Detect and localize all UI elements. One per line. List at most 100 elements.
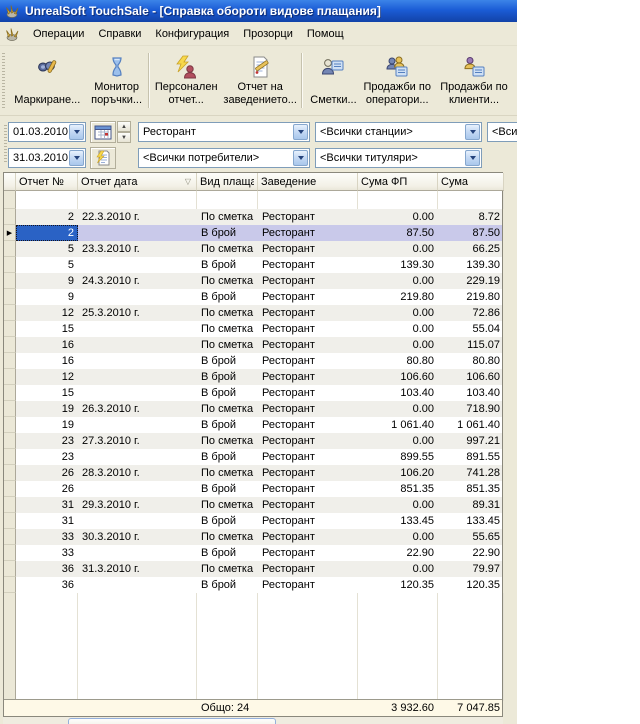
table-cell-type[interactable]: По сметка (197, 561, 258, 577)
table-cell-date[interactable] (78, 257, 197, 273)
refresh-report-button[interactable] (90, 147, 116, 169)
table-cell-sum[interactable]: 89.31 (438, 497, 504, 513)
table-cell-venue[interactable]: Ресторант (258, 353, 358, 369)
table-cell-blank[interactable] (358, 191, 438, 209)
venue-combo[interactable]: Ресторант (138, 122, 310, 142)
toolbar-button-bills[interactable]: Сметки... (303, 49, 363, 112)
table-cell-fp[interactable]: 0.00 (358, 529, 438, 545)
table-cell-sum[interactable]: 8.72 (438, 209, 504, 225)
menu-item-4[interactable]: Прозорци (236, 25, 300, 43)
toolbar-button-orders-monitor[interactable]: Мониторпоръчки... (88, 49, 146, 112)
record-selector-cell[interactable] (4, 545, 16, 561)
table-row[interactable]: 23В бройРесторант899.55891.55 (4, 449, 502, 465)
table-cell-fp[interactable]: 106.60 (358, 369, 438, 385)
record-selector-cell[interactable] (4, 305, 16, 321)
table-cell-num[interactable]: 23 (16, 449, 78, 465)
table-cell-date[interactable]: 26.3.2010 г. (78, 401, 197, 417)
table-cell-sum[interactable]: 120.35 (438, 577, 504, 593)
titlebar[interactable]: UnrealSoft TouchSale - [Справка обороти … (0, 0, 517, 22)
menu-item-5[interactable]: Помощ (300, 25, 351, 43)
table-cell-blank[interactable] (197, 191, 258, 209)
table-cell-venue[interactable]: Ресторант (258, 545, 358, 561)
table-cell-num[interactable]: 19 (16, 401, 78, 417)
table-cell-num[interactable]: 2 (16, 209, 78, 225)
table-cell-num[interactable]: 9 (16, 289, 78, 305)
users-combo[interactable]: <Всички потребители> (138, 148, 310, 168)
record-selector-cell[interactable] (4, 385, 16, 401)
table-cell-venue[interactable]: Ресторант (258, 401, 358, 417)
table-cell-num[interactable]: 26 (16, 481, 78, 497)
toolbar-grip-handle[interactable] (2, 53, 5, 108)
record-selector-cell[interactable] (4, 353, 16, 369)
table-cell-num[interactable]: 15 (16, 321, 78, 337)
holders-combo-dropdown-icon[interactable] (465, 150, 480, 166)
table-cell-fp[interactable]: 0.00 (358, 241, 438, 257)
table-cell-date[interactable]: 25.3.2010 г. (78, 305, 197, 321)
date-from-field[interactable]: 01.03.2010 (8, 122, 86, 142)
table-cell-num[interactable]: 5 (16, 257, 78, 273)
column-header-venue[interactable]: Заведение (258, 173, 358, 191)
record-selector-cell[interactable] (4, 401, 16, 417)
table-cell-date[interactable] (78, 321, 197, 337)
date-to-dropdown-icon[interactable] (69, 150, 84, 166)
table-cell-venue[interactable]: Ресторант (258, 321, 358, 337)
table-cell-type[interactable]: По сметка (197, 241, 258, 257)
menu-item-1[interactable]: Операции (26, 25, 91, 43)
table-cell-date[interactable] (78, 385, 197, 401)
table-cell-type[interactable]: По сметка (197, 273, 258, 289)
table-cell-date[interactable] (78, 289, 197, 305)
table-row[interactable]: 924.3.2010 г.По сметкаРесторант0.00229.1… (4, 273, 502, 289)
column-header-sum[interactable]: Сума (438, 173, 504, 191)
table-row[interactable]: 9В бройРесторант219.80219.80 (4, 289, 502, 305)
table-cell-num[interactable]: 26 (16, 465, 78, 481)
table-cell-sum[interactable]: 741.28 (438, 465, 504, 481)
table-cell-date[interactable]: 27.3.2010 г. (78, 433, 197, 449)
toolbar-button-sales-by-clients[interactable]: Продажби поклиенти... (431, 49, 517, 112)
table-row[interactable]: 523.3.2010 г.По сметкаРесторант0.0066.25 (4, 241, 502, 257)
table-cell-num[interactable]: 33 (16, 545, 78, 561)
table-cell-venue[interactable]: Ресторант (258, 385, 358, 401)
table-cell-sum[interactable]: 80.80 (438, 353, 504, 369)
record-selector-cell[interactable] (4, 321, 16, 337)
column-header-fp[interactable]: Сума ФП (358, 173, 438, 191)
menu-item-3[interactable]: Конфигурация (148, 25, 236, 43)
table-cell-type[interactable]: По сметка (197, 465, 258, 481)
table-cell-num[interactable]: 2 (16, 225, 78, 241)
table-cell-type[interactable]: По сметка (197, 433, 258, 449)
table-cell-type[interactable]: По сметка (197, 401, 258, 417)
table-cell-num[interactable]: 19 (16, 417, 78, 433)
toolbar-button-sales-by-operators[interactable]: Продажби пооператори... (363, 49, 430, 112)
table-cell-venue[interactable]: Ресторант (258, 369, 358, 385)
toolbar-button-venue-report[interactable]: Отчет назаведението... (222, 49, 299, 112)
table-cell-venue[interactable]: Ресторант (258, 513, 358, 529)
table-cell-num[interactable]: 12 (16, 305, 78, 321)
table-cell-venue[interactable]: Ресторант (258, 433, 358, 449)
table-cell-sum[interactable]: 22.90 (438, 545, 504, 561)
table-cell-date[interactable]: 22.3.2010 г. (78, 209, 197, 225)
horizontal-scrollbar-thumb[interactable] (68, 718, 276, 724)
table-cell-sum[interactable]: 72.86 (438, 305, 504, 321)
table-cell-type[interactable]: По сметка (197, 209, 258, 225)
table-cell-venue[interactable]: Ресторант (258, 561, 358, 577)
table-cell-fp[interactable]: 87.50 (358, 225, 438, 241)
table-cell-fp[interactable]: 0.00 (358, 305, 438, 321)
table-cell-type[interactable]: В брой (197, 545, 258, 561)
table-cell-venue[interactable]: Ресторант (258, 241, 358, 257)
table-cell-type[interactable]: В брой (197, 225, 258, 241)
table-cell-num[interactable]: 5 (16, 241, 78, 257)
table-cell-date[interactable] (78, 353, 197, 369)
record-selector-cell[interactable] (4, 273, 16, 289)
table-cell-venue[interactable]: Ресторант (258, 481, 358, 497)
table-row[interactable]: 1225.3.2010 г.По сметкаРесторант0.0072.8… (4, 305, 502, 321)
toolbar-button-personal-report[interactable]: Персоналенотчет... (151, 49, 222, 112)
table-cell-venue[interactable]: Ресторант (258, 337, 358, 353)
record-selector-cell[interactable] (4, 561, 16, 577)
table-cell-venue[interactable]: Ресторант (258, 305, 358, 321)
table-cell-venue[interactable]: Ресторант (258, 529, 358, 545)
table-cell-type[interactable]: По сметка (197, 497, 258, 513)
table-cell-num[interactable]: 36 (16, 577, 78, 593)
table-cell-sum[interactable]: 997.21 (438, 433, 504, 449)
table-cell-type[interactable]: В брой (197, 369, 258, 385)
table-cell-venue[interactable]: Ресторант (258, 289, 358, 305)
record-selector-cell[interactable] (4, 481, 16, 497)
